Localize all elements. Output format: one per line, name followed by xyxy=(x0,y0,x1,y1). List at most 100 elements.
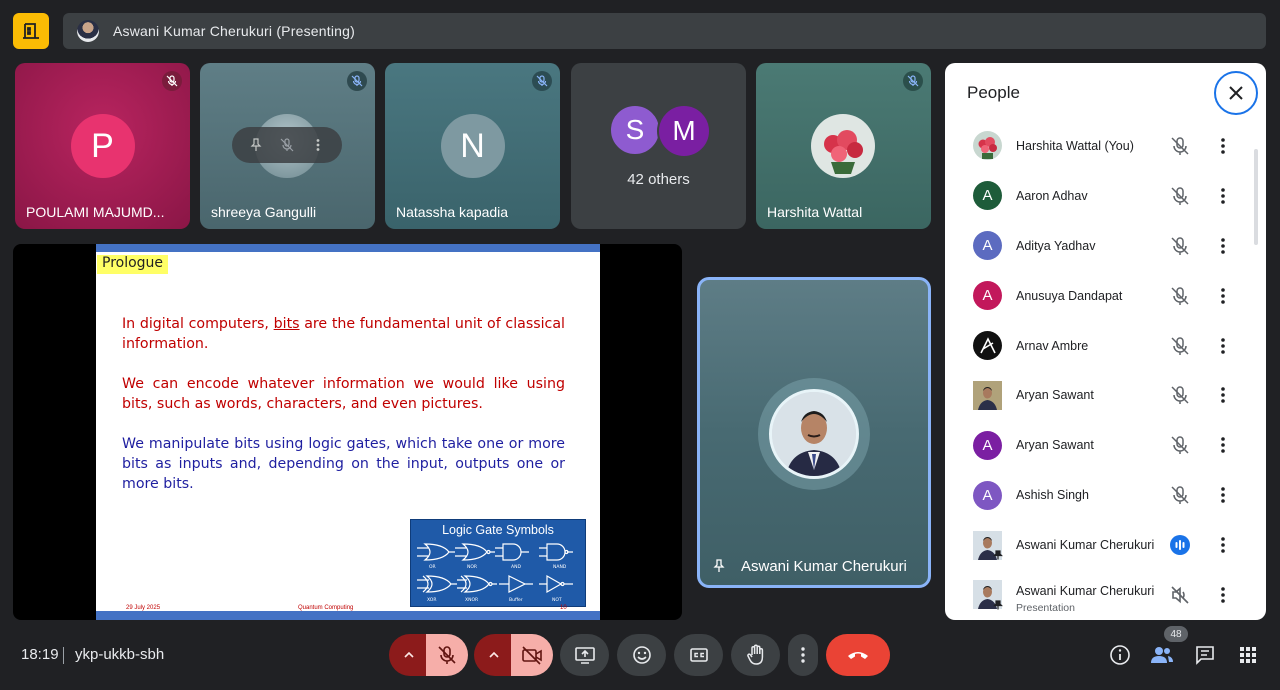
gate-label-buffer: Buffer xyxy=(509,597,523,603)
participant-row[interactable]: A Anusuya Dandapat xyxy=(955,271,1253,321)
video-options-button[interactable] xyxy=(474,634,514,676)
participant-list: Harshita Wattal (You) A Aaron Adhav A Aditya… xyxy=(955,121,1253,620)
active-speaker-tile[interactable]: Aswani Kumar Cherukuri xyxy=(697,277,931,588)
speaking-indicator-icon[interactable] xyxy=(1170,535,1190,556)
chat-icon xyxy=(1196,646,1214,665)
participant-row[interactable]: A Aditya Yadhav xyxy=(955,221,1253,271)
participant-avatar xyxy=(973,131,1002,161)
audio-options-button[interactable] xyxy=(389,634,429,676)
mic-off-icon[interactable] xyxy=(1170,336,1190,356)
people-icon xyxy=(1151,647,1173,663)
more-options-icon[interactable] xyxy=(1213,336,1233,356)
logic-gates-figure: Logic Gate Symbols OR NOR AND NAND XOR X… xyxy=(410,519,586,607)
others-tile[interactable]: S M 42 others xyxy=(571,63,746,229)
more-options-icon[interactable] xyxy=(1213,435,1233,455)
mic-off-icon[interactable] xyxy=(1170,286,1190,306)
leave-call-button[interactable] xyxy=(826,634,890,676)
participant-row[interactable]: A Aaron Adhav xyxy=(955,171,1253,221)
participant-avatar: M xyxy=(657,104,711,158)
gate-label-nor: NOR xyxy=(467,564,477,570)
participant-row[interactable]: A Ashish Singh xyxy=(955,470,1253,520)
participant-name: Arnav Ambre xyxy=(1016,338,1089,353)
more-options-icon[interactable] xyxy=(1213,136,1233,156)
participant-row[interactable]: Aswani Kumar Cherukuri Presentation xyxy=(955,570,1253,620)
more-options-icon[interactable] xyxy=(1213,236,1233,256)
mic-off-icon xyxy=(438,646,456,664)
slide-footer-page: 10 xyxy=(560,605,567,611)
app-logo[interactable] xyxy=(13,13,49,49)
participant-name: shreeya Gangulli xyxy=(211,204,317,220)
close-panel-button[interactable] xyxy=(1214,71,1258,115)
mute-participant-icon[interactable] xyxy=(280,138,294,152)
participant-subtitle: Presentation xyxy=(1016,602,1075,615)
slide-footer-date: 29 July 2025 xyxy=(126,605,161,611)
mic-off-icon[interactable] xyxy=(1170,435,1190,455)
pin-icon[interactable] xyxy=(712,559,726,573)
meeting-code: ykp-ukkb-sbh xyxy=(75,646,165,663)
participant-row[interactable]: Arnav Ambre xyxy=(955,321,1253,371)
shared-screen[interactable]: Prologue In digital computers, bits are … xyxy=(13,244,682,620)
reactions-button[interactable] xyxy=(617,634,666,676)
presenting-banner[interactable]: Aswani Kumar Cherukuri (Presenting) xyxy=(63,13,1266,49)
participant-row[interactable]: Aswani Kumar Cherukuri xyxy=(955,520,1253,570)
participant-avatar: S xyxy=(609,104,661,156)
more-options-icon[interactable] xyxy=(1213,286,1233,306)
speaker-avatar xyxy=(769,389,859,479)
camera-toggle-button[interactable] xyxy=(511,634,553,676)
pin-icon[interactable] xyxy=(249,138,263,152)
emoji-icon xyxy=(632,646,651,664)
slide-paragraph-3: We manipulate bits using logic gates, wh… xyxy=(122,436,565,492)
mic-off-icon[interactable] xyxy=(1170,385,1190,405)
present-screen-button[interactable] xyxy=(560,634,609,676)
mic-off-icon[interactable] xyxy=(1170,485,1190,505)
captions-button[interactable] xyxy=(674,634,723,676)
chat-button[interactable] xyxy=(1193,643,1217,667)
participant-tile[interactable]: P POULAMI MAJUMD... xyxy=(15,63,190,229)
participant-row[interactable]: Harshita Wattal (You) xyxy=(955,121,1253,171)
participant-avatar: A xyxy=(973,281,1002,311)
close-icon xyxy=(1229,86,1243,100)
gate-label-nand: NAND xyxy=(553,564,567,570)
people-button[interactable] xyxy=(1150,643,1174,667)
activities-button[interactable] xyxy=(1236,643,1260,667)
more-options-icon[interactable] xyxy=(1213,385,1233,405)
participant-name: POULAMI MAJUMD... xyxy=(26,204,165,220)
participant-avatar xyxy=(973,380,1002,410)
mic-off-icon[interactable] xyxy=(1170,136,1190,156)
participant-tile[interactable]: shreeya Gangulli xyxy=(200,63,375,229)
raise-hand-button[interactable] xyxy=(731,634,780,676)
participant-name: Harshita Wattal xyxy=(767,204,863,220)
mic-off-icon[interactable] xyxy=(1170,186,1190,206)
participant-row[interactable]: A Aryan Sawant xyxy=(955,420,1253,470)
participant-row[interactable]: Aryan Sawant xyxy=(955,370,1253,420)
more-options-button[interactable] xyxy=(788,634,818,676)
more-options-icon[interactable] xyxy=(1213,535,1233,555)
participant-tile[interactable]: N Natassha kapadia xyxy=(385,63,560,229)
more-options-icon[interactable] xyxy=(1213,186,1233,206)
participant-name: Aditya Yadhav xyxy=(1016,238,1096,253)
participant-avatar: A xyxy=(973,430,1002,460)
panel-title: People xyxy=(967,83,1020,102)
gate-label-not: NOT xyxy=(552,597,562,603)
divider xyxy=(63,647,64,664)
more-options-icon[interactable] xyxy=(1213,485,1233,505)
participant-tile[interactable]: Harshita Wattal xyxy=(756,63,931,229)
participant-name: Aryan Sawant xyxy=(1016,388,1094,403)
participant-name: Aswani Kumar Cherukuri xyxy=(1016,538,1155,553)
gate-label-xor: XOR xyxy=(427,597,436,603)
more-options-icon[interactable] xyxy=(1213,585,1233,605)
microphone-toggle-button[interactable] xyxy=(426,634,468,676)
slide-footer: 29 July 2025 Quantum Computing 10 xyxy=(96,605,600,620)
presenter-avatar xyxy=(77,20,99,42)
meeting-details-button[interactable] xyxy=(1108,643,1132,667)
volume-off-icon[interactable] xyxy=(1170,585,1190,605)
slide-tag: Prologue xyxy=(97,255,169,274)
mic-off-icon[interactable] xyxy=(1170,236,1190,256)
participant-name: Harshita Wattal (You) xyxy=(1016,138,1134,153)
gate-label-xnor: XNOR xyxy=(465,597,478,603)
tile-hover-controls xyxy=(232,127,342,163)
more-options-icon[interactable] xyxy=(311,138,325,152)
building-icon xyxy=(23,23,39,39)
chevron-up-icon xyxy=(489,651,499,658)
scrollbar[interactable] xyxy=(1254,149,1258,245)
